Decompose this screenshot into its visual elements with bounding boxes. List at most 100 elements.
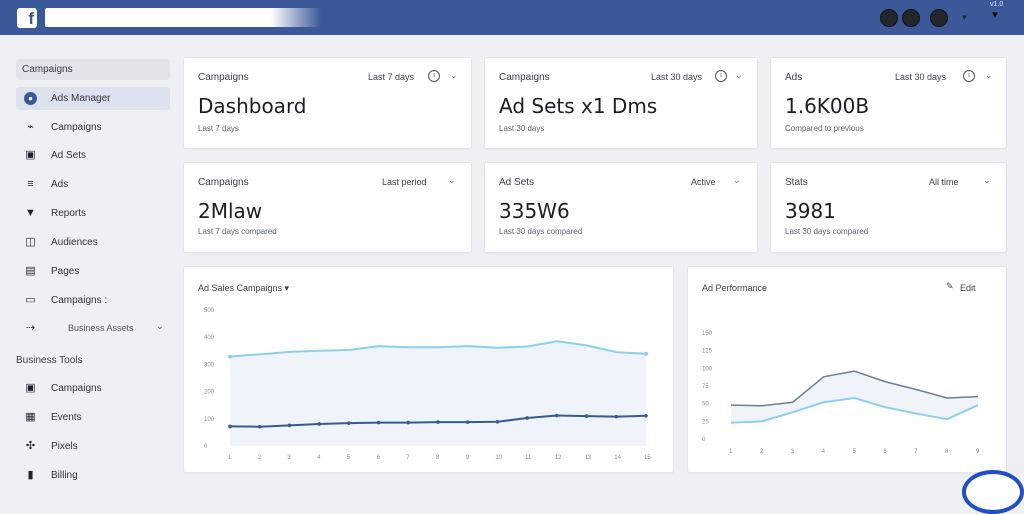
sidebar-item-billing[interactable]: ▮ Billing <box>16 464 170 487</box>
chart-card-left: Ad Sales Campaigns ▾ 500 400 300 200 100 0 1 2 3… <box>183 266 674 473</box>
card-subtext: Last 30 days <box>499 124 545 133</box>
pages-icon: ▤ <box>25 265 36 277</box>
x-tick-label: 10 <box>495 455 502 461</box>
data-point <box>257 424 262 429</box>
data-point <box>436 420 440 424</box>
data-point <box>644 414 648 418</box>
facebook-logo-icon[interactable]: f <box>17 8 37 28</box>
card-value: 335W6 <box>499 199 570 223</box>
stat-card-3[interactable]: Ads Last 30 days i ⌄ 1.6K00B Compared to… <box>770 57 1007 149</box>
info-icon[interactable]: i <box>428 70 440 82</box>
card-value: 3981 <box>785 199 836 223</box>
x-tick-label: 1 <box>228 455 232 461</box>
messages-icon[interactable] <box>880 9 898 27</box>
y-tick-label: 0 <box>204 444 208 450</box>
notifications-icon[interactable] <box>902 9 920 27</box>
card-value: 1.6K00B <box>785 94 870 118</box>
help-chat-button[interactable] <box>962 470 1024 514</box>
data-point <box>228 424 232 429</box>
stat-card-6[interactable]: Stats All time ⌄ 3981 Last 30 days compa… <box>770 162 1007 253</box>
sidebar-item-events[interactable]: ▦ Events <box>16 406 170 429</box>
card-subtext: Last 30 days compared <box>785 227 869 236</box>
sidebar-item-tools-campaigns[interactable]: ▣ Campaigns <box>16 377 170 400</box>
stat-card-4[interactable]: Campaigns Last period ⌄ 2Mlaw Last 7 day… <box>183 162 472 253</box>
data-point <box>287 423 292 428</box>
data-point <box>555 413 559 418</box>
sidebar-item-pixels[interactable]: ✣ Pixels <box>16 435 170 458</box>
data-point <box>584 414 589 418</box>
stat-card-5[interactable]: Ad Sets Active ⌄ 335W6 Last 30 days comp… <box>484 162 758 253</box>
chevron-down-icon[interactable]: ⌄ <box>985 70 993 81</box>
search-input[interactable] <box>45 8 321 27</box>
chevron-down-icon[interactable]: ⌄ <box>735 70 743 81</box>
y-tick-label: 200 <box>204 390 215 396</box>
data-point <box>465 420 470 424</box>
chevron-down-icon[interactable]: ⌄ <box>448 175 456 186</box>
y-tick-label: 400 <box>204 335 215 341</box>
y-tick-label: 125 <box>702 349 713 355</box>
y-tick-label: 100 <box>702 366 713 372</box>
line-chart-right: 150 125 100 75 50 25 0 1 2 3 4 5 6 7 8 9 <box>702 331 980 455</box>
tools-icon: ▣ <box>25 382 36 394</box>
campaigns2-icon: ▭ <box>25 294 36 306</box>
sidebar-item-reports[interactable]: ▼ Reports <box>16 202 170 225</box>
card-period: Last period <box>382 177 427 187</box>
version-label: v1.0 <box>990 1 1004 8</box>
account-menu-chevron-icon[interactable]: ▾ <box>962 12 967 23</box>
card-value: Ad Sets x1 Dms <box>499 94 658 118</box>
sidebar-section-tools: Business Tools <box>16 355 83 366</box>
x-tick-label: 3 <box>791 449 795 455</box>
top-dropdown-icon[interactable]: ▼ <box>990 10 1000 21</box>
sidebar-item-audiences[interactable]: ◫ Audiences <box>16 231 170 254</box>
sidebar-item-campaigns[interactable]: ⌁ Campaigns <box>16 116 170 139</box>
card-period: All time <box>929 177 959 187</box>
y-tick-label: 25 <box>702 419 709 425</box>
ads-icon: ● <box>24 92 37 105</box>
events-icon: ▦ <box>25 411 36 423</box>
chart-card-right: Ad Performance ✎ Edit 150 125 100 75 50 25 0 1 2… <box>687 266 1007 473</box>
area-fill <box>230 341 646 446</box>
card-period: Last 7 days <box>368 72 415 82</box>
card-title: Stats <box>785 177 808 188</box>
card-period: Active <box>691 177 716 187</box>
x-tick-label: 7 <box>914 449 918 455</box>
sidebar-item-campaigns-2[interactable]: ▭ Campaigns : <box>16 289 170 312</box>
x-tick-label: 5 <box>347 455 351 461</box>
y-tick-label: 50 <box>702 402 709 408</box>
chevron-down-icon[interactable]: ⌄ <box>450 70 458 81</box>
card-value: Dashboard <box>198 94 307 118</box>
campaigns-icon: ⌁ <box>27 121 34 133</box>
sidebar-item-ads[interactable]: ≡ Ads <box>16 173 170 196</box>
info-icon[interactable]: i <box>963 70 975 82</box>
pixels-icon: ✣ <box>25 440 36 452</box>
stat-card-2[interactable]: Campaigns Last 30 days i ⌄ Ad Sets x1 Dm… <box>484 57 758 149</box>
reports-icon: ▼ <box>25 207 36 219</box>
x-tick-label: 8 <box>945 449 949 455</box>
data-point <box>614 414 619 419</box>
sidebar-item-pages[interactable]: ▤ Pages <box>16 260 170 283</box>
ads-list-icon: ≡ <box>27 178 34 190</box>
x-tick-label: 3 <box>287 455 291 461</box>
card-subtext: Last 7 days compared <box>198 227 277 236</box>
chevron-down-icon[interactable]: ⌄ <box>733 175 741 186</box>
info-icon[interactable]: i <box>715 70 727 82</box>
audiences-icon: ◫ <box>25 236 36 248</box>
sidebar-item-business-assets[interactable]: ⇢ Business Assets ⌄ <box>16 317 170 340</box>
y-tick-label: 0 <box>702 437 706 443</box>
sidebar-item-ad-sets[interactable]: ▣ Ad Sets <box>16 144 170 167</box>
y-tick-label: 75 <box>702 384 709 390</box>
sidebar-item-ads-manager[interactable]: ● Ads Manager <box>16 87 170 110</box>
help-icon[interactable] <box>930 9 948 27</box>
x-tick-label: 2 <box>258 455 262 461</box>
y-tick-label: 150 <box>702 331 713 337</box>
card-subtext: Last 7 days <box>198 124 239 133</box>
card-title: Campaigns <box>198 177 249 188</box>
x-tick-label: 9 <box>466 455 470 461</box>
x-tick-label: 7 <box>406 455 410 461</box>
card-title: Campaigns <box>499 72 550 83</box>
stat-card-1[interactable]: Campaigns Last 7 days i ⌄ Dashboard Last… <box>183 57 472 149</box>
sidebar: Campaigns ● Ads Manager ⌁ Campaigns ▣ Ad… <box>0 35 176 487</box>
x-tick-label: 12 <box>555 455 562 461</box>
chevron-down-icon[interactable]: ⌄ <box>983 175 991 186</box>
x-tick-label: 6 <box>377 455 381 461</box>
